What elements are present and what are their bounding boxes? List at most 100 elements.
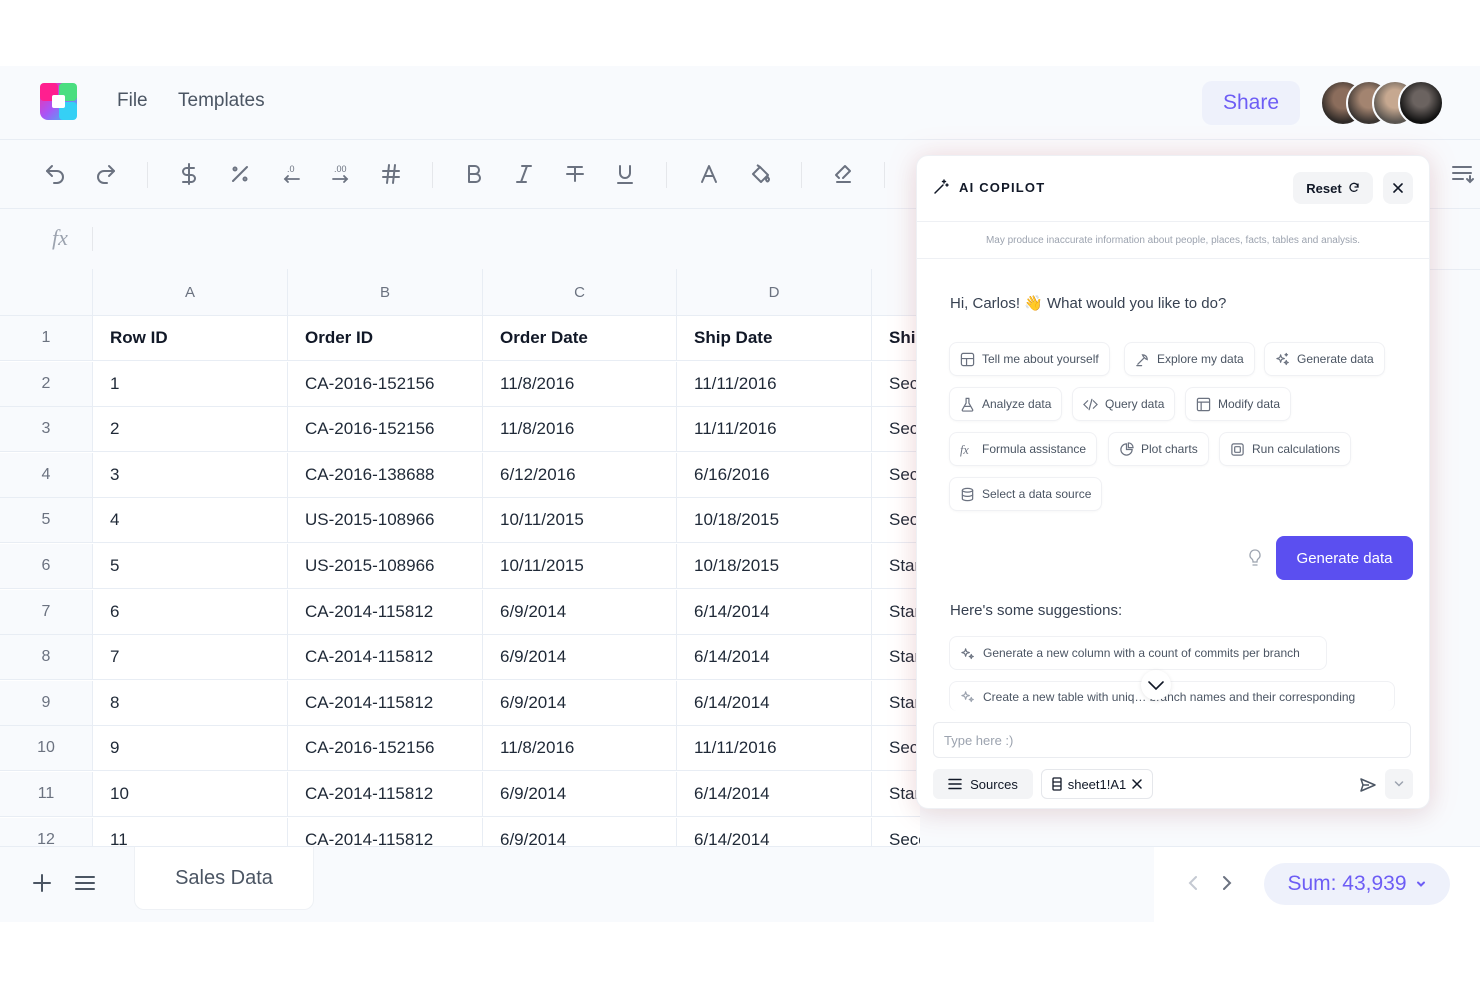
table-cell[interactable]: Second Cla [872,818,920,846]
strikethrough-icon[interactable] [561,160,589,188]
table-cell[interactable]: 6/14/2014 [677,589,872,635]
table-cell[interactable]: 11/8/2016 [483,407,677,453]
redo-icon[interactable] [92,160,120,188]
table-cell[interactable]: 4 [93,498,288,544]
table-cell[interactable]: 10/18/2015 [677,544,872,589]
table-cell[interactable]: 7 [93,635,288,681]
table-cell[interactable]: 6/14/2014 [677,817,872,846]
table-cell[interactable]: 9 [93,726,288,772]
table-cell[interactable]: 6 [93,589,288,635]
table-cell[interactable]: 6/14/2014 [677,680,872,726]
text-color-icon[interactable] [695,160,723,188]
chip-query-data[interactable]: Query data [1072,387,1176,421]
sources-button[interactable]: Sources [933,769,1033,799]
chip-formula-assistance[interactable]: fx Formula assistance [949,432,1098,466]
table-cell[interactable]: 10/11/2015 [483,544,677,589]
table-cell[interactable]: 6/9/2014 [483,772,677,817]
generate-data-button[interactable]: Generate data [1276,536,1413,580]
send-button[interactable] [1353,771,1383,799]
send-options-button[interactable] [1385,769,1413,799]
decrease-decimal-icon[interactable]: .0 [277,160,305,188]
table-cell[interactable]: 11/8/2016 [483,361,677,407]
number-format-icon[interactable] [377,160,405,188]
currency-icon[interactable] [175,160,203,188]
chip-tell-me-about-yourself[interactable]: Tell me about yourself [949,342,1110,376]
table-cell[interactable]: Star [872,681,920,726]
table-cell[interactable]: Sec [872,453,920,498]
column-header[interactable]: B [288,269,483,316]
chip-generate-data[interactable]: Generate data [1264,342,1385,376]
row-header[interactable]: 6 [0,544,93,589]
bold-icon[interactable] [460,160,488,188]
menu-file[interactable]: File [117,90,148,112]
suggestion-item[interactable]: Create a new table with uniq… branch nam… [949,681,1395,711]
column-header[interactable]: D [677,269,872,316]
scroll-down-button[interactable] [1141,670,1171,700]
table-cell[interactable]: 1 [93,361,288,407]
row-header[interactable]: 9 [0,680,93,726]
table-cell[interactable]: 6/16/2016 [677,452,872,498]
select-all-corner[interactable] [0,269,93,316]
table-cell[interactable]: Star [872,772,920,817]
table-cell[interactable]: 10/18/2015 [677,498,872,544]
fill-color-icon[interactable] [747,160,775,188]
row-header[interactable]: 7 [0,589,93,635]
row-header[interactable]: 12 [0,817,93,846]
table-cell[interactable]: Sec [872,362,920,407]
table-cell[interactable]: 6/12/2016 [483,452,677,498]
underline-icon[interactable] [611,160,639,188]
table-cell[interactable]: 5 [93,544,288,589]
sheet-tab-sales-data[interactable]: Sales Data [134,847,314,910]
table-cell[interactable]: 2 [93,407,288,453]
table-cell[interactable]: CA-2014-115812 [288,772,483,817]
row-header[interactable]: 5 [0,498,93,544]
column-title-cell[interactable]: Ship Date [677,316,872,361]
table-cell[interactable]: Star [872,544,920,589]
chip-modify-data[interactable]: Modify data [1185,387,1292,421]
sum-indicator[interactable]: Sum: 43,939 [1264,863,1450,905]
chip-explore-my-data[interactable]: Explore my data [1124,342,1255,376]
close-button[interactable] [1383,172,1413,204]
table-cell[interactable]: 11 [93,817,288,846]
row-header[interactable]: 4 [0,452,93,498]
table-cell[interactable]: 8 [93,680,288,726]
table-cell[interactable]: 11/8/2016 [483,726,677,772]
column-header[interactable]: A [93,269,288,316]
table-cell[interactable]: 6/9/2014 [483,589,677,635]
column-title-cell[interactable]: Order ID [288,316,483,361]
chip-select-data-source[interactable]: Select a data source [949,477,1103,511]
table-cell[interactable]: Star [872,590,920,635]
remove-icon[interactable] [1132,779,1143,789]
row-header[interactable]: 10 [0,726,93,772]
table-cell[interactable]: 11/11/2016 [677,407,872,453]
reset-button[interactable]: Reset [1293,172,1373,204]
chip-plot-charts[interactable]: Plot charts [1108,432,1209,466]
table-cell[interactable]: 6/9/2014 [483,817,677,846]
row-header[interactable]: 8 [0,635,93,681]
row-header[interactable]: 2 [0,361,93,407]
percent-icon[interactable] [226,160,254,188]
eraser-icon[interactable] [829,160,857,188]
increase-decimal-icon[interactable]: .00 [327,160,355,188]
row-header[interactable]: 11 [0,772,93,817]
table-cell[interactable]: CA-2014-115812 [288,635,483,681]
table-cell[interactable]: 10/11/2015 [483,498,677,544]
lightbulb-icon[interactable] [1247,548,1263,568]
share-button[interactable]: Share [1202,81,1300,125]
table-cell[interactable]: 11/11/2016 [677,726,872,772]
chip-run-calculations[interactable]: Run calculations [1219,432,1352,466]
table-cell[interactable]: CA-2016-152156 [288,726,483,772]
row-header[interactable]: 1 [0,316,93,361]
column-title-cell[interactable]: Row ID [93,316,288,361]
table-cell[interactable]: CA-2014-115812 [288,680,483,726]
column-header[interactable] [872,269,920,316]
table-cell[interactable]: Star [872,635,920,681]
table-cell[interactable]: Sec [872,407,920,453]
table-cell[interactable]: Sec [872,726,920,772]
sheet-list-icon[interactable] [73,871,97,895]
table-cell[interactable]: CA-2014-115812 [288,817,483,846]
column-title-cell[interactable]: Ship [872,316,920,361]
column-header[interactable]: C [483,269,677,316]
table-cell[interactable]: 3 [93,452,288,498]
table-cell[interactable]: CA-2014-115812 [288,589,483,635]
